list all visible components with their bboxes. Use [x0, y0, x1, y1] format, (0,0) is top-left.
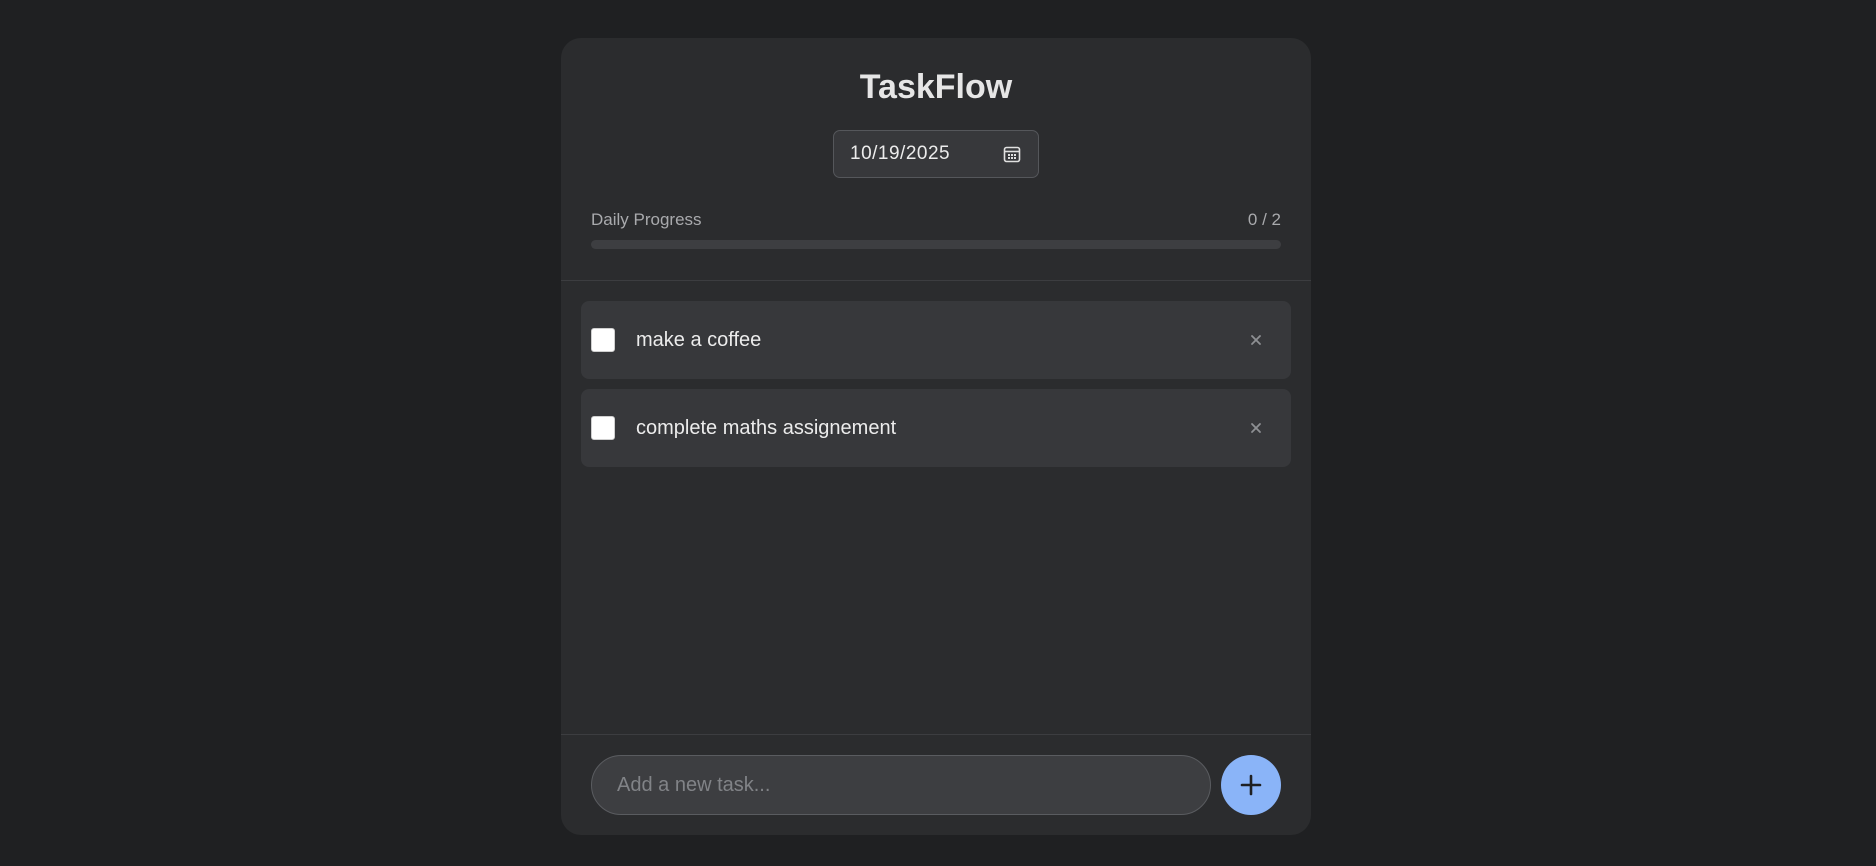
task-text: complete maths assignement	[636, 416, 897, 439]
task-item: complete maths assignement	[581, 389, 1291, 467]
app-header: TaskFlow 10/19/2025 Daily Progress 0 / 2	[561, 38, 1311, 281]
task-checkbox[interactable]	[591, 328, 615, 352]
calendar-icon[interactable]	[1002, 144, 1022, 164]
task-text: make a coffee	[636, 328, 762, 351]
taskflow-app: TaskFlow 10/19/2025 Daily Progress 0 / 2	[561, 38, 1311, 835]
progress-label: Daily Progress	[591, 210, 702, 229]
task-list: make a coffee complete maths assignement	[581, 301, 1291, 477]
delete-task-button[interactable]	[1241, 413, 1271, 443]
date-picker[interactable]: 10/19/2025	[833, 130, 1039, 178]
new-task-input[interactable]	[591, 755, 1211, 815]
progress-count: 0 / 2	[1247, 210, 1281, 229]
progress-bar	[591, 240, 1281, 249]
task-checkbox[interactable]	[591, 416, 615, 440]
delete-task-button[interactable]	[1241, 325, 1271, 355]
task-item: make a coffee	[581, 301, 1291, 379]
add-task-button[interactable]	[1221, 755, 1281, 815]
add-task-footer	[561, 734, 1311, 835]
close-icon	[1251, 423, 1261, 433]
plus-icon	[1240, 774, 1262, 796]
date-value[interactable]: 10/19/2025	[850, 143, 1002, 165]
close-icon	[1251, 335, 1261, 345]
app-title: TaskFlow	[859, 68, 1013, 106]
